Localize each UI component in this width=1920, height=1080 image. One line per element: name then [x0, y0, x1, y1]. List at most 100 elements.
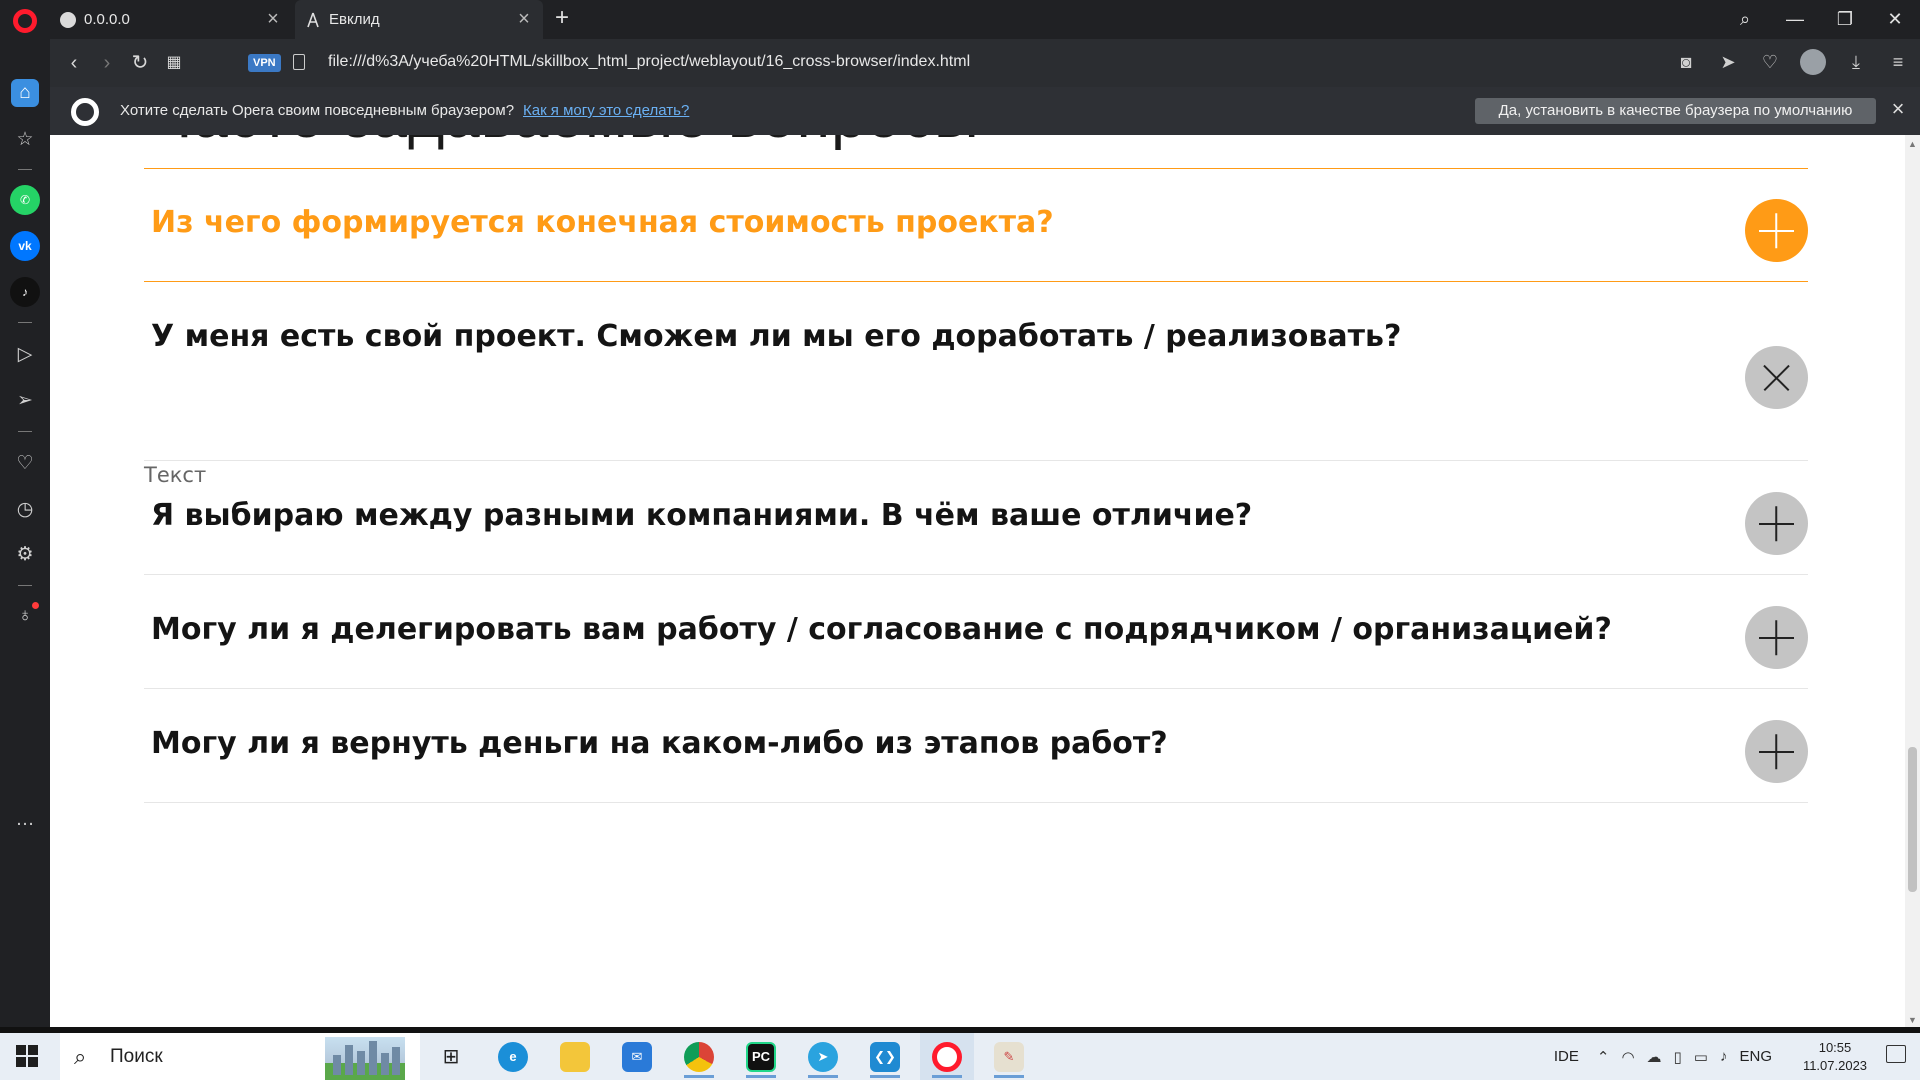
action-center-icon[interactable]: [1886, 1045, 1906, 1063]
faq-question[interactable]: Из чего формируется конечная стоимость п…: [151, 205, 1054, 240]
tab-title: 0.0.0.0: [84, 11, 130, 28]
flow-icon[interactable]: ➢: [11, 386, 39, 414]
camera-icon[interactable]: ◙: [1674, 49, 1698, 75]
faq-divider: [144, 574, 1808, 575]
easy-setup-icon[interactable]: ≡: [1886, 49, 1910, 75]
send-icon[interactable]: ➤: [1716, 49, 1740, 75]
minimize-icon[interactable]: —: [1770, 9, 1820, 30]
telegram-icon[interactable]: ➤: [796, 1033, 850, 1080]
faq-question[interactable]: Могу ли я делегировать вам работу / согл…: [151, 612, 1612, 647]
device-icon[interactable]: ▯: [1674, 1048, 1682, 1066]
whatsapp-icon[interactable]: ✆: [10, 185, 40, 215]
url-field[interactable]: file:///d%3A/учеба%20HTML/skillbox_html_…: [328, 53, 970, 71]
search-highlight-city-image: [325, 1037, 405, 1080]
language-indicator[interactable]: ENG: [1739, 1048, 1772, 1065]
taskbar-search-placeholder: Поиск: [110, 1046, 163, 1067]
faq-expand-button[interactable]: [1745, 606, 1808, 669]
tips-bulb-icon[interactable]: ♁: [11, 602, 39, 630]
clock-date: 11.07.2023: [1802, 1057, 1868, 1073]
web-page: Часто задаваемые вопросы Из чего формиру…: [50, 135, 1905, 1027]
tabs-grid-icon[interactable]: ▦: [162, 51, 186, 75]
restore-icon[interactable]: ❐: [1820, 9, 1870, 30]
faq-divider: [144, 688, 1808, 689]
page-scrollbar[interactable]: ▲ ▼: [1905, 135, 1920, 1027]
faq-question[interactable]: Могу ли я вернуть деньги на каком-либо и…: [151, 726, 1168, 761]
vpn-badge[interactable]: VPN: [248, 54, 281, 72]
search-tabs-icon[interactable]: ⌕: [1720, 9, 1770, 30]
windows-taskbar: ⌕ Поиск ⊞ e ✉ PC ➤ ❮❯ ✎ IDE ⌃ ◠ ☁ ▯ ▭ ♪ …: [0, 1027, 1920, 1080]
tiktok-icon[interactable]: ♪: [10, 277, 40, 307]
tab-close-icon[interactable]: ×: [515, 9, 533, 29]
profile-avatar-icon[interactable]: [1800, 49, 1826, 75]
banner-close-icon[interactable]: ×: [1886, 97, 1910, 121]
ide-indicator[interactable]: IDE: [1554, 1048, 1579, 1065]
faq-divider: [144, 168, 1808, 169]
chrome-icon[interactable]: [672, 1033, 726, 1080]
faq-question[interactable]: Я выбираю между разными компаниями. В чё…: [151, 498, 1252, 533]
address-bar-actions: ◙ ➤ ♡ ⤓ ≡: [1674, 49, 1910, 75]
notification-dot: [32, 602, 39, 609]
volume-icon[interactable]: ♪: [1720, 1048, 1728, 1065]
forward-icon[interactable]: ›: [95, 51, 119, 75]
sidebar-divider: [18, 169, 32, 170]
faq-answer: Текст: [144, 463, 207, 487]
file-icon: [293, 54, 305, 70]
more-icon[interactable]: …: [11, 806, 39, 834]
banner-how-link[interactable]: Как я могу это сделать?: [523, 102, 689, 119]
battery-icon[interactable]: ▭: [1694, 1048, 1708, 1066]
download-icon[interactable]: ⤓: [1844, 49, 1868, 75]
opera-logo-icon: [71, 98, 99, 126]
onedrive-icon[interactable]: ☁: [1647, 1048, 1662, 1066]
browser-titlebar: 0.0.0.0 × Евклид × + ⌕ — ❐ ✕: [0, 0, 1920, 39]
faq-question[interactable]: У меня есть свой проект. Сможем ли мы ег…: [151, 319, 1401, 354]
sidebar-divider: [18, 431, 32, 432]
sidebar-divider: [18, 585, 32, 586]
player-icon[interactable]: ▷: [11, 340, 39, 368]
tab-active[interactable]: Евклид ×: [295, 0, 543, 39]
faq-divider: [144, 460, 1808, 461]
scroll-up-icon[interactable]: ▲: [1905, 139, 1920, 149]
wifi-icon[interactable]: ◠: [1621, 1048, 1634, 1066]
windows-start-icon[interactable]: [16, 1045, 38, 1067]
pycharm-icon[interactable]: PC: [734, 1033, 788, 1080]
faq-divider: [144, 281, 1808, 282]
history-icon[interactable]: ◷: [11, 495, 39, 523]
taskbar-clock[interactable]: 10:55 11.07.2023: [1790, 1039, 1880, 1075]
tab-inactive[interactable]: 0.0.0.0 ×: [50, 0, 292, 39]
back-icon[interactable]: ‹: [62, 51, 86, 75]
settings-gear-icon[interactable]: ⚙: [11, 540, 39, 568]
vscode-icon[interactable]: ❮❯: [858, 1033, 912, 1080]
task-view-icon[interactable]: ⊞: [424, 1033, 478, 1080]
scrollbar-thumb[interactable]: [1908, 747, 1917, 892]
reload-icon[interactable]: ↻: [128, 51, 152, 75]
tab-close-icon[interactable]: ×: [264, 9, 282, 29]
clock-time: 10:55: [1818, 1039, 1852, 1055]
faq-expand-button[interactable]: [1745, 492, 1808, 555]
mail-icon[interactable]: ✉: [610, 1033, 664, 1080]
system-tray: IDE ⌃ ◠ ☁ ▯ ▭ ♪ ENG 10:55 11.07.2023: [1554, 1033, 1920, 1080]
banner-text: Хотите сделать Opera своим повседневным …: [120, 102, 515, 119]
opera-menu-icon[interactable]: [13, 9, 37, 33]
tray-overflow-icon[interactable]: ⌃: [1597, 1048, 1610, 1066]
taskbar-search-box[interactable]: ⌕ Поиск: [60, 1033, 420, 1080]
scroll-down-icon[interactable]: ▼: [1905, 1015, 1920, 1025]
heart-icon[interactable]: ♡: [1758, 49, 1782, 75]
vk-icon[interactable]: vk: [10, 231, 40, 261]
opera-taskbar-icon[interactable]: [920, 1033, 974, 1080]
paint-icon[interactable]: ✎: [982, 1033, 1036, 1080]
bookmarks-heart-icon[interactable]: ♡: [11, 449, 39, 477]
file-explorer-icon[interactable]: [548, 1033, 602, 1080]
faq-collapse-button[interactable]: [1745, 346, 1808, 409]
tab-title: Евклид: [329, 11, 380, 28]
address-bar: ‹ › ↻ ▦ VPN file:///d%3A/учеба%20HTML/sk…: [50, 39, 1920, 87]
close-window-icon[interactable]: ✕: [1870, 9, 1920, 30]
set-default-button[interactable]: Да, установить в качестве браузера по ум…: [1475, 98, 1876, 124]
default-browser-banner: Хотите сделать Opera своим повседневным …: [50, 87, 1920, 135]
home-icon[interactable]: ⌂: [11, 79, 39, 107]
faq-expand-button[interactable]: [1745, 199, 1808, 262]
edge-icon[interactable]: e: [486, 1033, 540, 1080]
faq-expand-button[interactable]: [1745, 720, 1808, 783]
new-tab-icon[interactable]: +: [550, 6, 574, 31]
window-controls: ⌕ — ❐ ✕: [1720, 0, 1920, 39]
speed-dial-icon[interactable]: ☆: [11, 125, 39, 153]
